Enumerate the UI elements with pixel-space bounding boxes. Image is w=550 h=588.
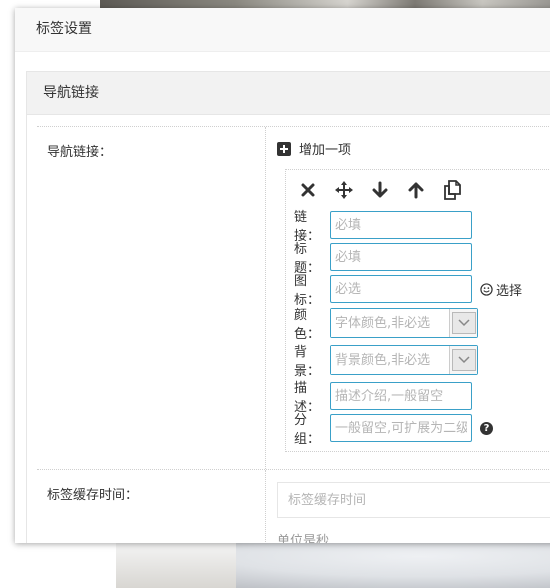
background-dropdown-button[interactable] [449, 346, 477, 374]
group-input[interactable] [330, 414, 472, 442]
nav-links-panel: 导航链接 导航链接： 增加一项 链接： 必填 标题： 必填 图标： 必选 选择 … [26, 71, 550, 543]
color-field-row: 颜色： [294, 304, 478, 342]
color-picker [330, 308, 478, 338]
group-field-row: 分组： ? [294, 409, 493, 447]
close-icon [301, 183, 315, 197]
background-image-bottom [116, 543, 550, 588]
background-image-top [100, 0, 550, 8]
arrow-up-icon [408, 182, 424, 199]
plus-icon [277, 141, 291, 156]
item-toolbar [296, 178, 464, 202]
cache-time-label: 标签缓存时间： [47, 488, 139, 503]
tag-settings-dialog: 标签设置 导航链接 导航链接： 增加一项 链接： 必填 标题： 必填 图标： 必… [15, 8, 550, 543]
copy-icon [444, 180, 461, 200]
background-input[interactable] [331, 346, 449, 374]
icon-field-row: 图标： 选择 [294, 270, 522, 308]
select-icon-label: 选择 [496, 283, 523, 299]
move-item-button[interactable] [332, 178, 356, 202]
background-picker [330, 345, 478, 375]
chevron-down-icon [457, 319, 470, 327]
nav-item-editor: 链接： 标题： 图标： 选择 [285, 169, 550, 452]
cache-time-row: 标签缓存时间： 单位是秒 [37, 469, 550, 543]
nav-links-label: 导航链接： [47, 145, 113, 160]
background-field-row: 背景： [294, 341, 478, 379]
delete-item-button[interactable] [296, 178, 320, 202]
cache-time-label-cell: 标签缓存时间： [37, 470, 266, 543]
cache-time-input[interactable] [277, 482, 550, 518]
color-dropdown-button[interactable] [449, 309, 477, 337]
nav-links-row: 导航链接： 增加一项 链接： 必填 标题： 必填 图标： 必选 选择 颜色： 字… [37, 126, 550, 469]
color-input[interactable] [331, 309, 449, 337]
dialog-title: 标签设置 [15, 8, 550, 52]
cache-time-hint: 单位是秒 [277, 534, 330, 543]
help-icon[interactable]: ? [480, 421, 493, 435]
select-icon-button[interactable]: 选择 [480, 280, 522, 299]
group-label: 分组： [294, 413, 321, 447]
chevron-down-icon [457, 356, 470, 364]
move-down-button[interactable] [368, 178, 392, 202]
copy-item-button[interactable] [440, 178, 464, 202]
icon-label: 图标： [294, 274, 321, 308]
smile-icon [480, 282, 493, 296]
arrow-down-icon [372, 181, 388, 198]
background-label: 背景： [294, 345, 321, 379]
panel-title: 导航链接 [27, 72, 550, 115]
add-item-label: 增加一项 [299, 143, 352, 158]
nav-links-label-cell: 导航链接： [37, 127, 266, 469]
add-item-button[interactable]: 增加一项 [277, 139, 351, 158]
description-input[interactable] [330, 382, 472, 410]
icon-input[interactable] [330, 275, 472, 303]
title-input[interactable] [330, 243, 472, 271]
link-input[interactable] [330, 211, 472, 239]
color-label: 颜色： [294, 308, 321, 342]
move-icon [335, 181, 353, 199]
move-up-button[interactable] [404, 178, 428, 202]
